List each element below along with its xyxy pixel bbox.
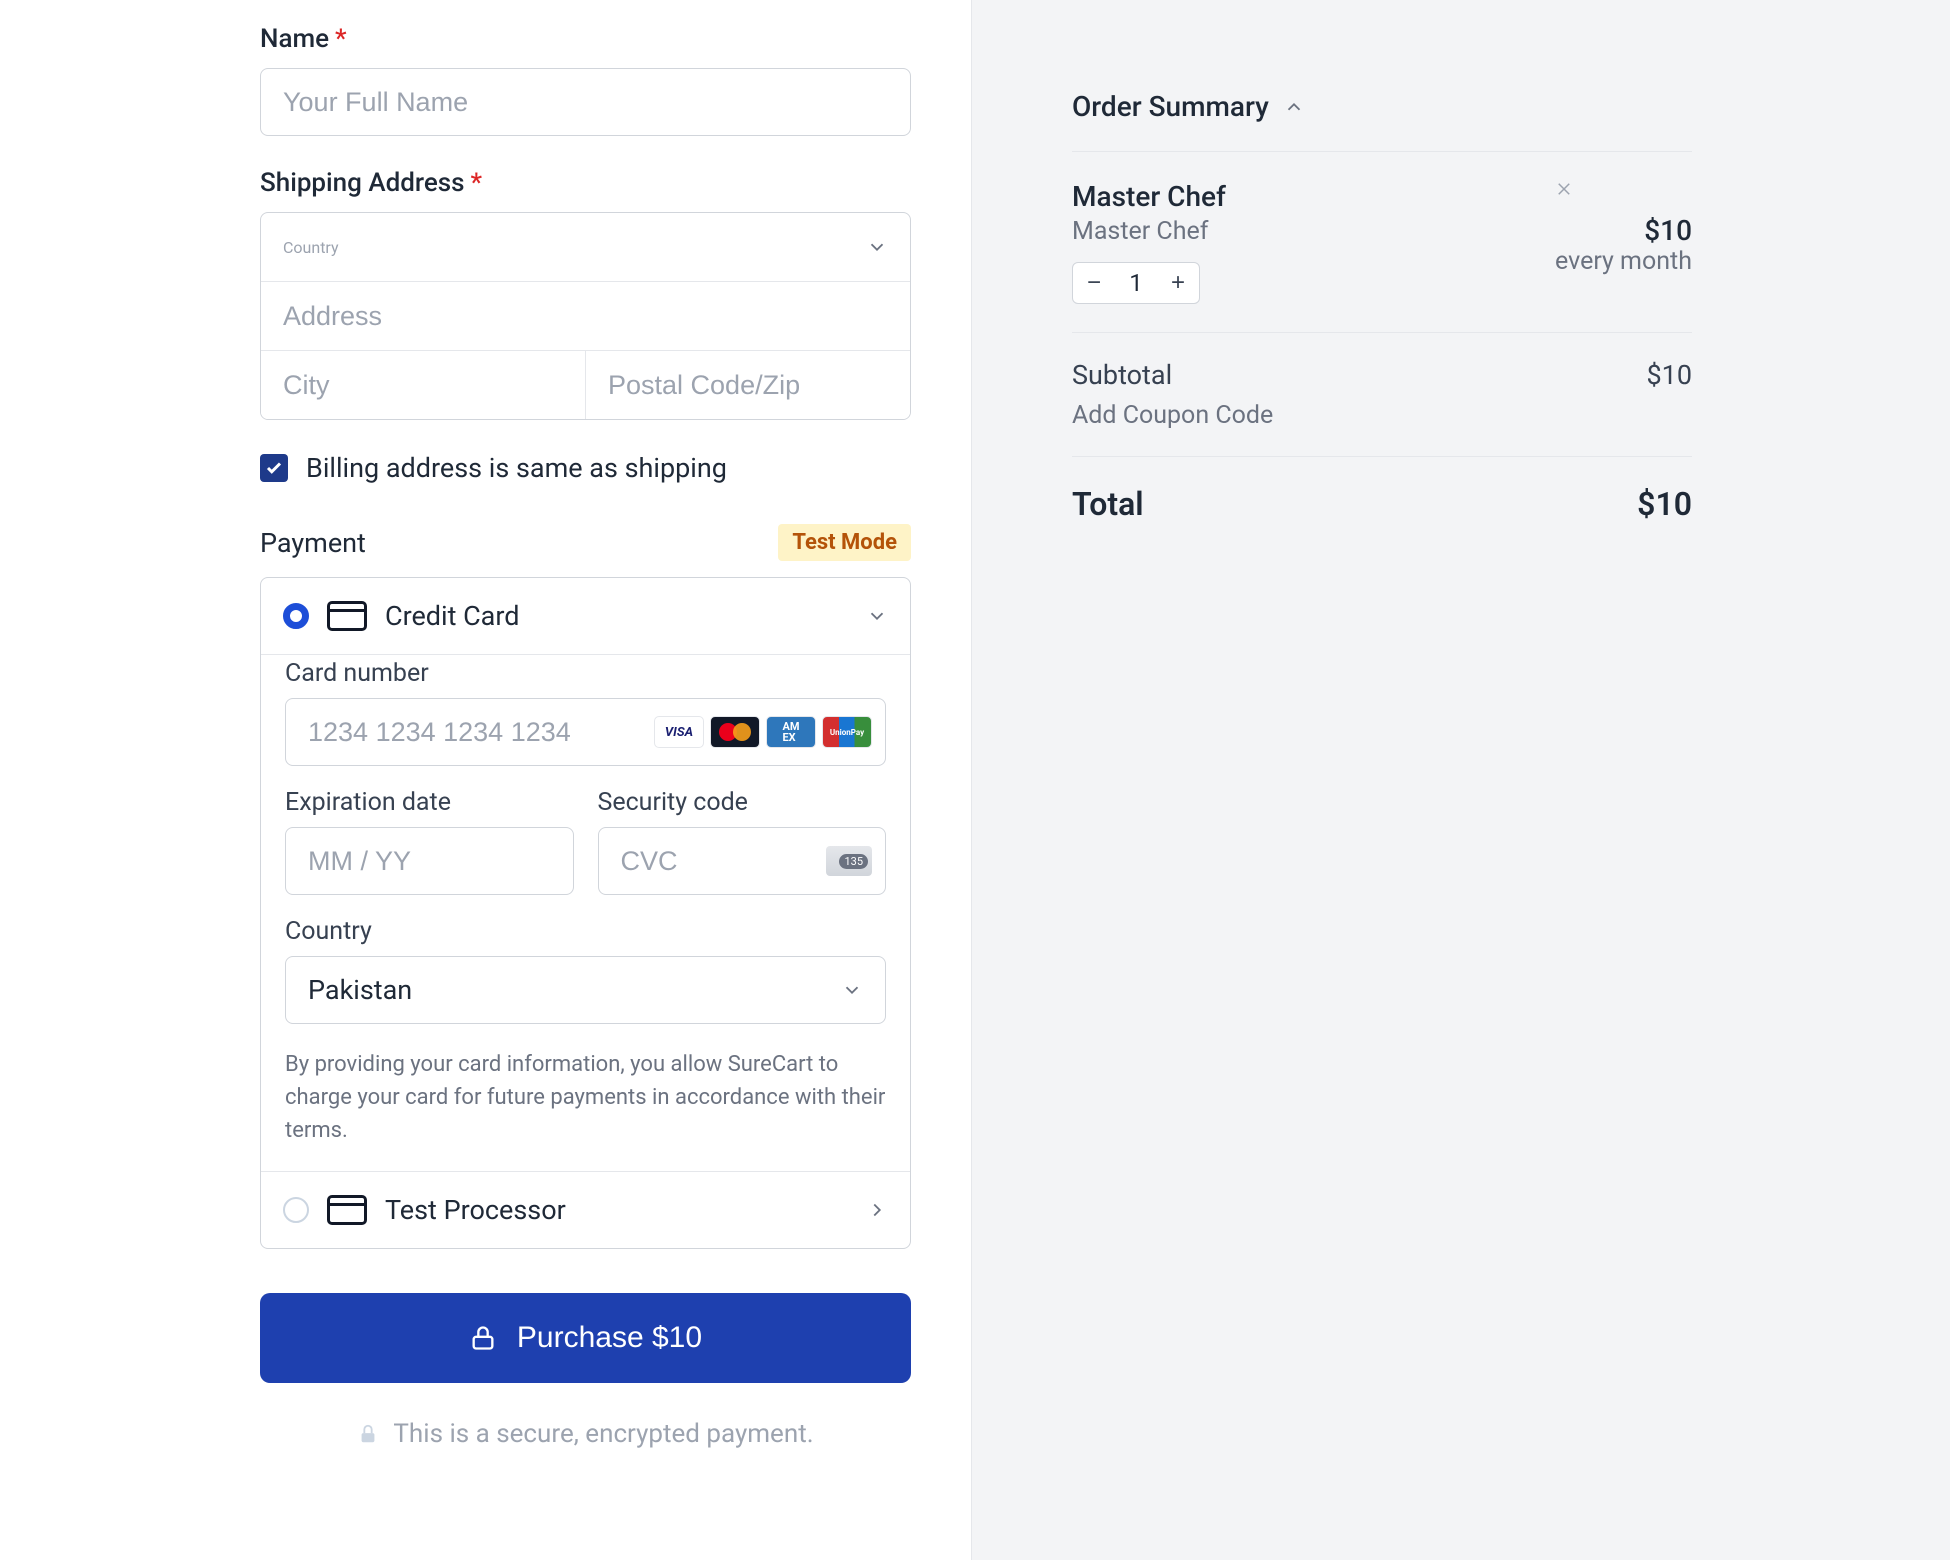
order-item-price: $10 <box>1555 214 1692 247</box>
visa-icon: VISA <box>654 716 704 748</box>
expiration-label: Expiration date <box>285 788 574 817</box>
shipping-postal-input[interactable] <box>586 351 910 419</box>
order-item-title: Master Chef <box>1072 180 1535 213</box>
lock-icon <box>469 1324 497 1352</box>
credit-card-icon <box>327 601 367 631</box>
shipping-address-input[interactable] <box>261 282 910 350</box>
shipping-city-input[interactable] <box>261 351 585 419</box>
subtotal-value: $10 <box>1646 359 1692 391</box>
radio-unselected-icon <box>283 1197 309 1223</box>
subtotal-label: Subtotal <box>1072 359 1172 391</box>
unionpay-icon: UnionPay <box>822 716 872 748</box>
order-summary-toggle[interactable]: Order Summary <box>1072 90 1692 152</box>
cvc-icon: 135 <box>826 846 872 876</box>
purchase-button[interactable]: Purchase $10 <box>260 1293 911 1383</box>
chevron-up-icon <box>1283 96 1305 118</box>
mastercard-icon <box>710 716 760 748</box>
shipping-label: Shipping Address* <box>260 168 911 198</box>
chevron-right-icon <box>866 1199 888 1221</box>
payment-terms-text: By providing your card information, you … <box>285 1048 886 1147</box>
test-processor-label: Test Processor <box>385 1194 848 1226</box>
billing-same-label: Billing address is same as shipping <box>306 452 727 484</box>
billing-same-checkbox[interactable] <box>260 454 288 482</box>
total-value: $10 <box>1637 485 1692 523</box>
card-brand-icons: VISA AM EX UnionPay <box>654 716 872 748</box>
cvc-label: Security code <box>598 788 887 817</box>
test-mode-badge: Test Mode <box>778 524 911 561</box>
total-label: Total <box>1072 485 1144 523</box>
order-item: Master Chef Master Chef − 1 + $10 every … <box>1072 152 1692 333</box>
chevron-down-icon <box>841 979 863 1001</box>
credit-card-icon <box>327 1195 367 1225</box>
payment-country-label: Country <box>285 917 886 946</box>
payment-country-select[interactable]: Pakistan <box>285 956 886 1024</box>
name-label: Name* <box>260 24 911 54</box>
order-item-period: every month <box>1555 247 1692 276</box>
add-coupon-link[interactable]: Add Coupon Code <box>1072 401 1692 430</box>
quantity-decrement-button[interactable]: − <box>1073 263 1115 303</box>
order-item-subtitle: Master Chef <box>1072 217 1535 246</box>
chevron-down-icon <box>866 236 888 258</box>
payment-option-test-processor[interactable]: Test Processor <box>261 1171 910 1248</box>
quantity-value: 1 <box>1115 269 1157 297</box>
payment-option-credit-card[interactable]: Credit Card <box>261 578 910 654</box>
name-input[interactable] <box>260 68 911 136</box>
radio-selected-icon <box>283 603 309 629</box>
payment-section-title: Payment <box>260 527 366 559</box>
expiration-input[interactable] <box>285 827 574 895</box>
shipping-country-select[interactable]: Country <box>261 213 910 281</box>
quantity-stepper[interactable]: − 1 + <box>1072 262 1200 304</box>
credit-card-label: Credit Card <box>385 600 848 632</box>
secure-payment-note: This is a secure, encrypted payment. <box>260 1419 911 1449</box>
amex-icon: AM EX <box>766 716 816 748</box>
lock-icon <box>357 1423 379 1445</box>
chevron-down-icon <box>866 605 888 627</box>
quantity-increment-button[interactable]: + <box>1157 263 1199 303</box>
remove-item-button[interactable] <box>1555 180 1692 198</box>
card-number-label: Card number <box>285 659 886 688</box>
